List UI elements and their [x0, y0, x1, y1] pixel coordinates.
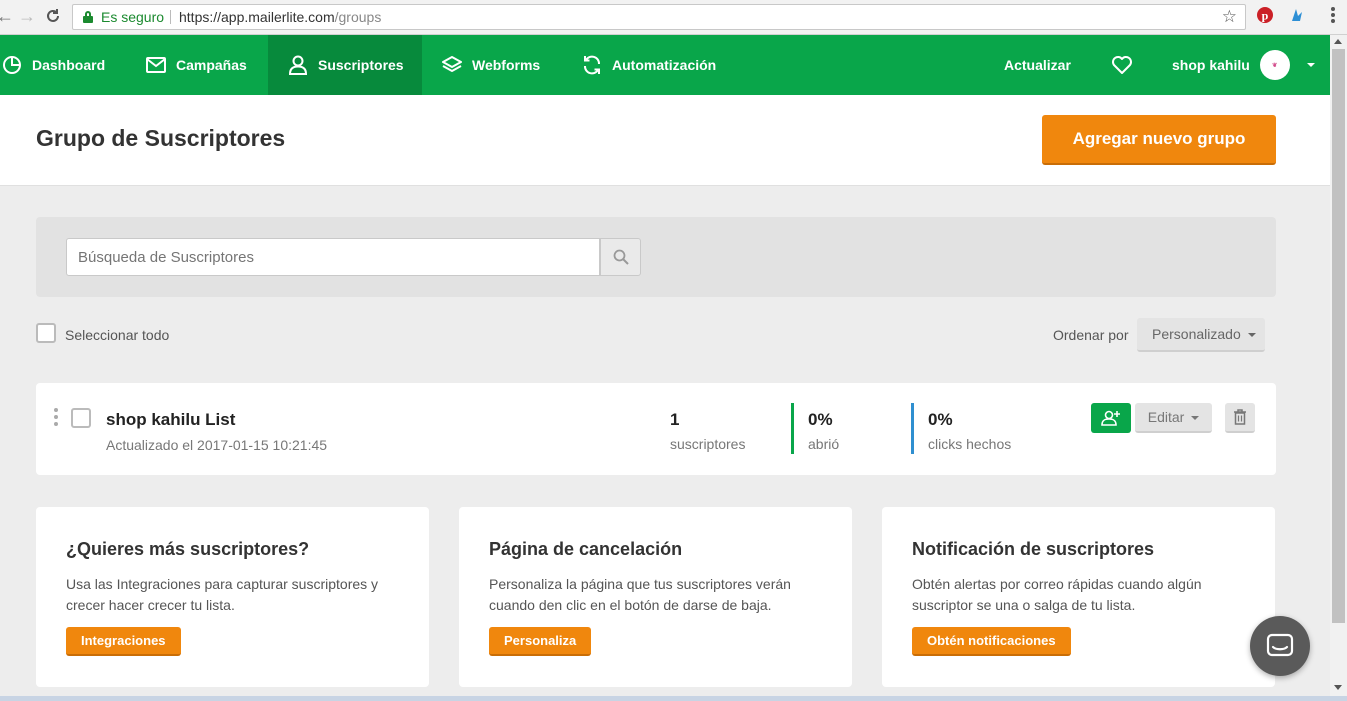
favorites-button[interactable] — [1111, 35, 1143, 95]
chevron-down-icon — [1247, 333, 1256, 338]
address-bar[interactable]: Es seguro https://app.mailerlite.com/gro… — [72, 4, 1246, 30]
opened-indicator — [791, 403, 794, 454]
card-title: Página de cancelación — [489, 539, 683, 559]
scroll-thumb[interactable] — [1332, 49, 1345, 623]
card-text: Usa las Integraciones para capturar susc… — [66, 576, 379, 613]
card-text: Personaliza la página que tus suscriptor… — [489, 576, 791, 613]
scroll-down-icon[interactable] — [1334, 685, 1342, 690]
card-text: Obtén alertas por correo rápidas cuando … — [912, 576, 1202, 613]
card-title: ¿Quieres más suscriptores? — [66, 539, 310, 559]
url-host: https://app.mailerlite.com — [179, 9, 335, 25]
nav-label-subscribers: Suscriptores — [318, 57, 404, 73]
chevron-down-icon — [1306, 63, 1315, 67]
select-all-label: Seleccionar todo — [65, 327, 170, 343]
pie-chart-icon — [3, 56, 21, 74]
back-icon[interactable]: ← — [0, 6, 14, 26]
group-row: shop kahilu List Actualizado el 2017-01-… — [36, 383, 1276, 475]
unsubscribe-page-card: Página de cancelación Personaliza la pág… — [459, 507, 852, 687]
card-title: Notificación de suscriptores — [912, 539, 1155, 559]
nav-label-automation: Automatización — [612, 57, 717, 73]
edit-label: Editar — [1147, 409, 1185, 425]
clicks-rate: 0% — [928, 410, 953, 429]
clicks-indicator — [911, 403, 914, 454]
chat-launcher[interactable] — [1250, 616, 1310, 676]
nav-item-webforms[interactable]: Webforms — [442, 35, 540, 95]
nav-item-campaigns[interactable]: Campañas — [146, 35, 247, 95]
opened-rate: 0% — [808, 410, 833, 429]
group-checkbox[interactable] — [71, 408, 91, 428]
chevron-down-icon — [1191, 416, 1200, 421]
main-navigation: Dashboard Campañas Suscriptores Webforms… — [0, 35, 1330, 95]
opened-label: abrió — [808, 436, 840, 452]
pinterest-icon[interactable]: p — [1257, 7, 1273, 23]
get-notifications-button[interactable]: Obtén notificaciones — [912, 627, 1071, 656]
integrations-card: ¿Quieres más suscriptores? Usa las Integ… — [36, 507, 429, 687]
nav-item-subscribers[interactable]: Suscriptores — [268, 35, 422, 95]
scroll-up-icon[interactable] — [1334, 39, 1342, 44]
drag-handle-icon[interactable] — [54, 408, 58, 429]
nav-label-dashboard: Dashboard — [32, 57, 106, 73]
customize-button[interactable]: Personaliza — [489, 627, 592, 656]
nav-item-automation[interactable]: Automatización — [582, 35, 716, 95]
group-name[interactable]: shop kahilu List — [106, 410, 235, 430]
update-link[interactable]: Actualizar — [1004, 35, 1071, 95]
page-header: Grupo de Suscriptores Agregar nuevo grup… — [0, 95, 1330, 186]
notifications-card: Notificación de suscriptores Obtén alert… — [882, 507, 1275, 687]
reload-icon[interactable] — [45, 6, 61, 28]
add-group-button[interactable]: Agregar nuevo grupo — [1042, 115, 1276, 165]
edit-button[interactable]: Editar — [1135, 403, 1212, 433]
account-menu[interactable]: shop kahilu ❦ — [1172, 35, 1315, 95]
browser-menu-icon[interactable] — [1331, 7, 1335, 25]
order-by-label: Ordenar por — [1053, 327, 1129, 343]
order-by-value: Personalizado — [1152, 326, 1241, 342]
search-input[interactable] — [66, 238, 600, 276]
nav-item-dashboard[interactable]: Dashboard — [0, 35, 120, 95]
add-subscriber-button[interactable] — [1091, 403, 1131, 433]
nav-label-campaigns: Campañas — [176, 57, 247, 73]
search-button[interactable] — [600, 238, 641, 276]
url-text: https://app.mailerlite.com/groups — [179, 5, 381, 29]
avatar: ❦ — [1259, 50, 1290, 80]
order-by-select[interactable]: Personalizado — [1137, 318, 1265, 352]
browser-toolbar: ← → Es seguro https://app.mailerlite.com… — [0, 0, 1347, 35]
extension-icon[interactable] — [1289, 7, 1305, 23]
heart-icon — [1112, 56, 1132, 74]
select-all-checkbox[interactable] — [36, 323, 56, 343]
envelope-icon — [146, 57, 166, 73]
group-updated: Actualizado el 2017-01-15 10:21:45 — [106, 437, 328, 453]
update-label: Actualizar — [1004, 57, 1071, 73]
nav-label-webforms: Webforms — [472, 57, 541, 73]
chat-icon — [1266, 633, 1294, 657]
subscribers-count: 1 — [670, 410, 680, 429]
add-user-icon — [1101, 410, 1120, 426]
subscribers-label: suscriptores — [670, 436, 746, 452]
delete-button[interactable] — [1225, 403, 1255, 433]
clicks-label: clicks hechos — [928, 436, 1012, 452]
integrations-button[interactable]: Integraciones — [66, 627, 181, 656]
forward-icon[interactable]: → — [18, 6, 36, 26]
secure-label: Es seguro — [101, 9, 165, 25]
search-icon — [613, 249, 629, 265]
svg-text:p: p — [1262, 9, 1269, 23]
url-path: /groups — [334, 9, 382, 25]
layers-icon — [442, 56, 462, 72]
user-icon — [288, 55, 308, 75]
refresh-icon — [584, 55, 600, 75]
address-separator — [170, 10, 171, 24]
lock-icon — [83, 11, 93, 23]
search-panel — [36, 217, 1276, 297]
bookmark-star-icon[interactable]: ☆ — [1222, 5, 1237, 29]
account-name: shop kahilu — [1172, 57, 1250, 73]
trash-icon — [1234, 409, 1246, 425]
page-title: Grupo de Suscriptores — [36, 125, 286, 151]
taskbar — [0, 696, 1347, 701]
page-scrollbar[interactable] — [1330, 35, 1347, 701]
